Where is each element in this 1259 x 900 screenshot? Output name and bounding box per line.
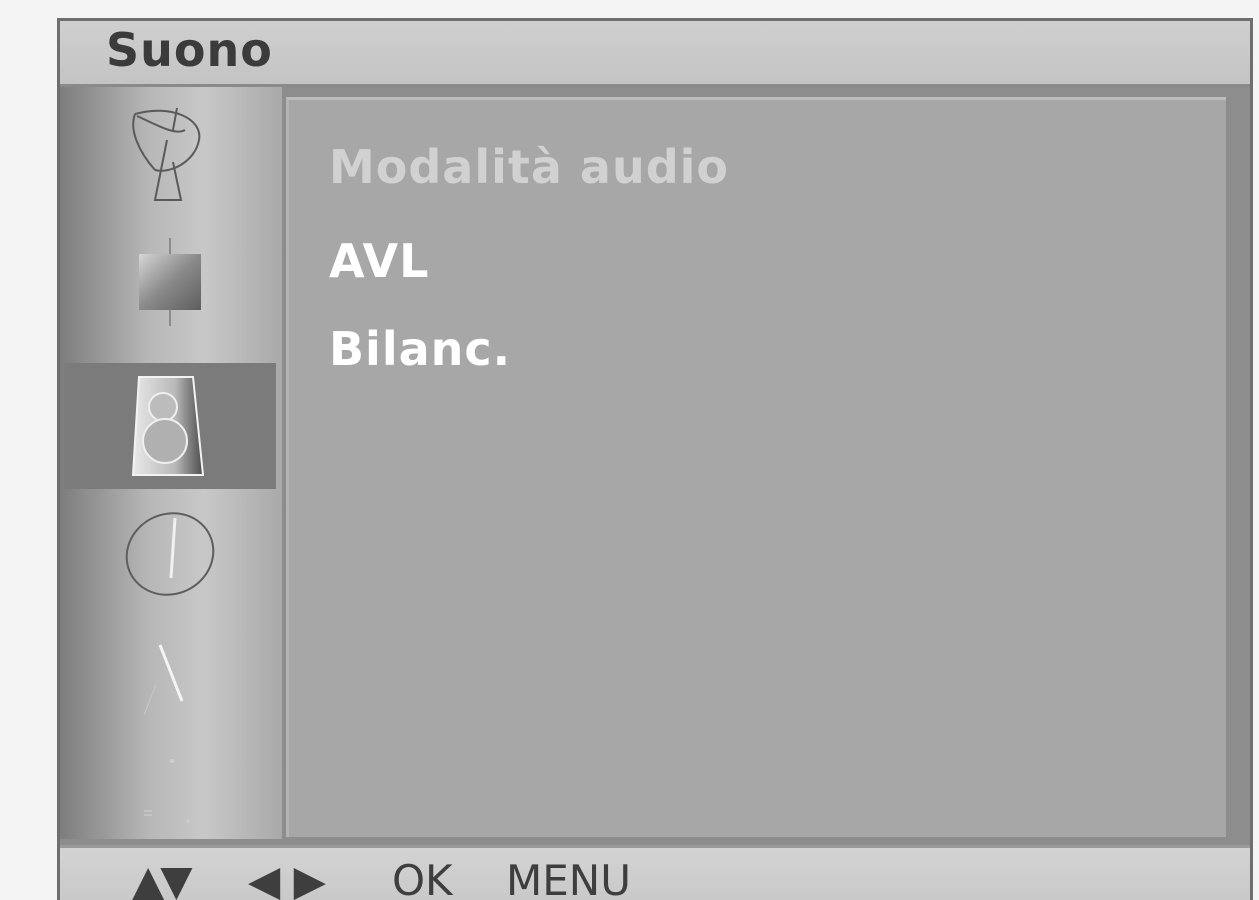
setup-icon: [143, 644, 184, 716]
satellite-dish-icon: [132, 107, 201, 201]
clock-icon: [125, 512, 215, 596]
sidebar-item-station[interactable]: [64, 93, 276, 219]
sidebar-item-picture[interactable]: [64, 219, 276, 345]
menu-item-sound-mode[interactable]: Modalità audio: [329, 140, 729, 194]
sidebar-item-time[interactable]: [64, 491, 276, 617]
option-icon: [144, 759, 190, 823]
menu-title: Suono: [106, 23, 273, 77]
menu-hint: MENU: [506, 856, 631, 900]
ok-hint: OK: [392, 856, 453, 900]
osd-menu-window: Suono Modalità audio AVL Bilanc. ▲▼ ◀ ▶ …: [57, 18, 1253, 900]
picture-icon: [139, 238, 201, 326]
menu-item-avl[interactable]: AVL: [329, 234, 429, 288]
sound-menu-panel: Modalità audio AVL Bilanc.: [286, 97, 1226, 837]
category-sidebar: [60, 87, 282, 839]
updown-arrows-icon: ▲▼: [132, 856, 193, 900]
navigation-hint-bar: ▲▼ ◀ ▶ OK MENU: [60, 845, 1250, 900]
sidebar-item-screen[interactable]: [64, 727, 276, 853]
sidebar-item-sound[interactable]: [64, 363, 276, 489]
title-bar: Suono: [60, 21, 1250, 87]
sidebar-item-special[interactable]: [64, 617, 276, 743]
leftright-arrows-icon: ◀ ▶: [248, 856, 326, 900]
speaker-icon: [131, 376, 205, 476]
menu-item-balance[interactable]: Bilanc.: [329, 322, 511, 376]
